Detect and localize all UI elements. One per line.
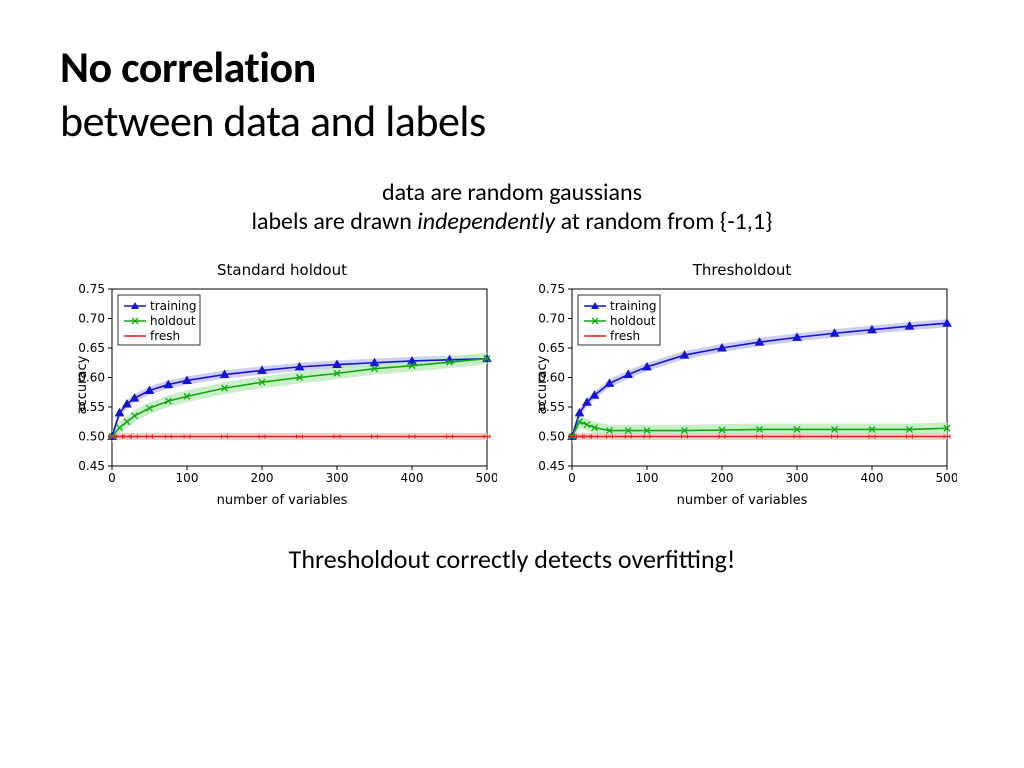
svg-text:0.45: 0.45 [78,459,105,473]
svg-text:500: 500 [476,471,497,485]
svg-text:100: 100 [176,471,199,485]
svg-text:0.75: 0.75 [78,282,105,296]
svg-text:0.65: 0.65 [538,341,565,355]
conclusion-text: Thresholdout correctly detects overfitti… [60,543,964,575]
svg-text:holdout: holdout [610,314,656,328]
svg-text:0.50: 0.50 [78,430,105,444]
chart-svg-0: 01002003004005000.450.500.550.600.650.70… [67,281,497,491]
title-bold: No correlation [60,40,316,94]
subtitle-line2-ital: independently [417,207,555,236]
svg-text:fresh: fresh [610,329,640,343]
chart-svg-1: 01002003004005000.450.500.550.600.650.70… [527,281,957,491]
svg-text:holdout: holdout [150,314,196,328]
title-block: No correlation between data and labels [60,40,964,148]
subtitle-line2-pre: labels are drawn [251,207,417,236]
chart-title-0: Standard holdout [67,261,497,279]
svg-text:0.70: 0.70 [538,312,565,326]
charts-row: Standard holdout accuracy 0 100 200 300 400 5… [60,261,964,508]
svg-text:500: 500 [936,471,957,485]
svg-text:0.70: 0.70 [78,312,105,326]
svg-text:400: 400 [861,471,884,485]
svg-text:fresh: fresh [150,329,180,343]
subtitle-line1: data are random gaussians [60,178,964,207]
svg-text:training: training [150,299,197,313]
svg-text:0: 0 [568,471,576,485]
svg-text:400: 400 [401,471,424,485]
svg-text:200: 200 [251,471,274,485]
chart-thresholdout: Thresholdout accuracy 0 100 200 300 400 500 0.… [527,261,957,508]
svg-text:training: training [610,299,657,313]
ylabel-0: accuracy [75,355,90,414]
chart-standard-holdout: Standard holdout accuracy 0 100 200 300 400 5… [67,261,497,508]
svg-text:0.50: 0.50 [538,430,565,444]
svg-text:0.65: 0.65 [78,341,105,355]
svg-text:0: 0 [108,471,116,485]
chart-title-1: Thresholdout [527,261,957,279]
title-line2: between data and labels [60,94,486,148]
subtitle: data are random gaussians labels are dra… [60,178,964,236]
ylabel-1: accuracy [535,355,550,414]
svg-text:0.75: 0.75 [538,282,565,296]
svg-text:300: 300 [326,471,349,485]
svg-text:300: 300 [786,471,809,485]
svg-text:0.45: 0.45 [538,459,565,473]
xlabel-0: number of variables [67,493,497,508]
svg-text:100: 100 [636,471,659,485]
svg-text:200: 200 [711,471,734,485]
subtitle-line2-post: at random from {-1,1} [555,207,772,236]
xlabel-1: number of variables [527,493,957,508]
